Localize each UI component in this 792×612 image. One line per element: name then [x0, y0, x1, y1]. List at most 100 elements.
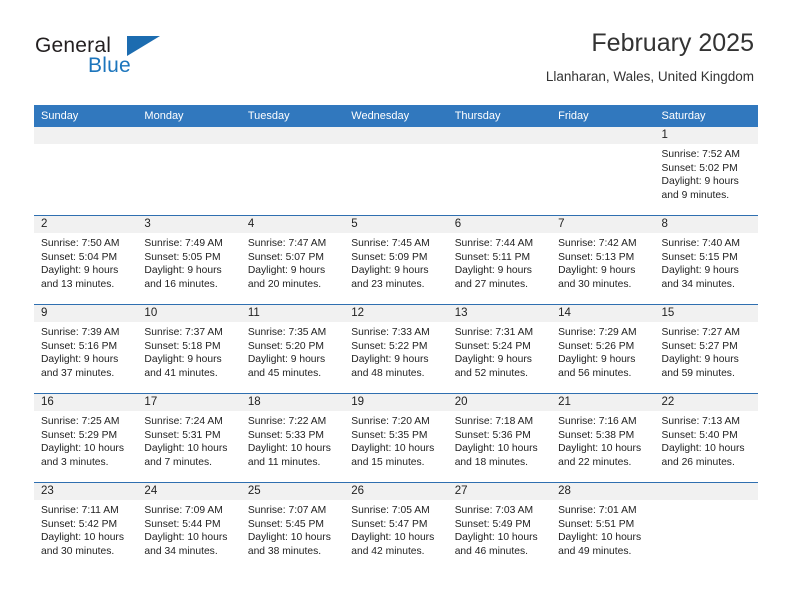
- calendar-day-cell[interactable]: 1 Sunrise: 7:52 AM Sunset: 5:02 PM Dayli…: [654, 127, 758, 216]
- day-number: 2: [34, 216, 138, 233]
- calendar-day-cell[interactable]: 2 Sunrise: 7:50 AM Sunset: 5:04 PM Dayli…: [34, 215, 138, 305]
- daylight-text-line2: and 34 minutes.: [661, 278, 735, 290]
- calendar-day-cell[interactable]: 10 Sunrise: 7:37 AM Sunset: 5:18 PM Dayl…: [137, 304, 241, 394]
- calendar-day-cell[interactable]: 15 Sunrise: 7:27 AM Sunset: 5:27 PM Dayl…: [654, 304, 758, 394]
- sunset-text: Sunset: 5:24 PM: [454, 340, 531, 352]
- daylight-text-line2: and 13 minutes.: [41, 278, 115, 290]
- brand-logo[interactable]: General Blue: [35, 34, 255, 90]
- sunrise-text: Sunrise: 7:01 AM: [558, 505, 637, 516]
- calendar-day-cell[interactable]: 20 Sunrise: 7:18 AM Sunset: 5:36 PM Dayl…: [447, 393, 552, 483]
- day-details: Sunrise: 7:45 AM Sunset: 5:09 PM Dayligh…: [344, 233, 447, 291]
- sunset-text: Sunset: 5:33 PM: [247, 429, 324, 441]
- calendar-day-cell[interactable]: 26 Sunrise: 7:05 AM Sunset: 5:47 PM Dayl…: [344, 482, 448, 571]
- calendar-day-cell[interactable]: [137, 127, 241, 216]
- daylight-text-line2: and 30 minutes.: [558, 278, 632, 290]
- calendar-day-cell[interactable]: [344, 127, 448, 216]
- calendar-day-cell[interactable]: 8 Sunrise: 7:40 AM Sunset: 5:15 PM Dayli…: [654, 215, 758, 305]
- calendar-day-cell[interactable]: 6 Sunrise: 7:44 AM Sunset: 5:11 PM Dayli…: [447, 215, 552, 305]
- calendar-day-cell[interactable]: 23 Sunrise: 7:11 AM Sunset: 5:42 PM Dayl…: [34, 482, 138, 571]
- calendar-day-cell[interactable]: [447, 127, 552, 216]
- calendar-day-cell[interactable]: 22 Sunrise: 7:13 AM Sunset: 5:40 PM Dayl…: [654, 393, 758, 483]
- daylight-text-line2: and 18 minutes.: [454, 456, 528, 468]
- day-number: 22: [654, 394, 758, 411]
- calendar-day-cell[interactable]: 17 Sunrise: 7:24 AM Sunset: 5:31 PM Dayl…: [137, 393, 241, 483]
- calendar-page: General Blue February 2025 Llanharan, Wa…: [0, 0, 792, 612]
- calendar-day-cell[interactable]: 14 Sunrise: 7:29 AM Sunset: 5:26 PM Dayl…: [551, 304, 655, 394]
- calendar-day-cell[interactable]: 7 Sunrise: 7:42 AM Sunset: 5:13 PM Dayli…: [551, 215, 655, 305]
- calendar-day-cell[interactable]: [654, 482, 758, 571]
- day-number: 7: [551, 216, 655, 233]
- daylight-text-line1: Daylight: 10 hours: [41, 443, 124, 455]
- daylight-text-line1: Daylight: 10 hours: [247, 443, 331, 455]
- calendar-week-row: 23 Sunrise: 7:11 AM Sunset: 5:42 PM Dayl…: [34, 482, 758, 571]
- daylight-text-line1: Daylight: 9 hours: [144, 354, 222, 366]
- day-number: 26: [344, 483, 448, 500]
- day-number: 3: [137, 216, 241, 233]
- calendar-day-cell[interactable]: 19 Sunrise: 7:20 AM Sunset: 5:35 PM Dayl…: [344, 393, 448, 483]
- day-number: 4: [240, 216, 345, 233]
- day-number: 14: [551, 305, 655, 322]
- calendar-day-cell[interactable]: 12 Sunrise: 7:33 AM Sunset: 5:22 PM Dayl…: [344, 304, 448, 394]
- day-number: 8: [654, 216, 758, 233]
- sunset-text: Sunset: 5:02 PM: [661, 162, 738, 174]
- day-details: [34, 144, 137, 148]
- daylight-text-line2: and 49 minutes.: [558, 545, 632, 557]
- day-number: 25: [240, 483, 345, 500]
- daylight-text-line2: and 38 minutes.: [247, 545, 322, 557]
- calendar-day-cell[interactable]: 27 Sunrise: 7:03 AM Sunset: 5:49 PM Dayl…: [447, 482, 552, 571]
- calendar-day-cell[interactable]: 13 Sunrise: 7:31 AM Sunset: 5:24 PM Dayl…: [447, 304, 552, 394]
- day-details: Sunrise: 7:33 AM Sunset: 5:22 PM Dayligh…: [344, 322, 447, 380]
- daylight-text-line2: and 37 minutes.: [41, 367, 115, 379]
- calendar-day-cell[interactable]: [34, 127, 138, 216]
- daylight-text-line1: Daylight: 10 hours: [247, 532, 331, 544]
- day-details: Sunrise: 7:24 AM Sunset: 5:31 PM Dayligh…: [137, 411, 240, 469]
- daylight-text-line2: and 42 minutes.: [351, 545, 425, 557]
- daylight-text-line1: Daylight: 9 hours: [144, 265, 222, 277]
- daylight-text-line1: Daylight: 9 hours: [558, 265, 636, 277]
- day-number: 5: [344, 216, 448, 233]
- calendar-day-cell[interactable]: [240, 127, 345, 216]
- calendar-day-cell[interactable]: 18 Sunrise: 7:22 AM Sunset: 5:33 PM Dayl…: [240, 393, 345, 483]
- daylight-text-line2: and 23 minutes.: [351, 278, 425, 290]
- calendar-day-cell[interactable]: 5 Sunrise: 7:45 AM Sunset: 5:09 PM Dayli…: [344, 215, 448, 305]
- sunrise-text: Sunrise: 7:20 AM: [351, 416, 430, 427]
- calendar-day-cell[interactable]: 24 Sunrise: 7:09 AM Sunset: 5:44 PM Dayl…: [137, 482, 241, 571]
- sunset-text: Sunset: 5:29 PM: [41, 429, 118, 441]
- calendar-day-cell[interactable]: 4 Sunrise: 7:47 AM Sunset: 5:07 PM Dayli…: [240, 215, 345, 305]
- day-details: Sunrise: 7:16 AM Sunset: 5:38 PM Dayligh…: [551, 411, 654, 469]
- sunset-text: Sunset: 5:26 PM: [558, 340, 635, 352]
- calendar-day-cell[interactable]: [551, 127, 655, 216]
- day-number: 6: [447, 216, 552, 233]
- calendar-day-cell[interactable]: 9 Sunrise: 7:39 AM Sunset: 5:16 PM Dayli…: [34, 304, 138, 394]
- calendar-day-cell[interactable]: 16 Sunrise: 7:25 AM Sunset: 5:29 PM Dayl…: [34, 393, 138, 483]
- sunset-text: Sunset: 5:07 PM: [247, 251, 324, 263]
- sunset-text: Sunset: 5:22 PM: [351, 340, 428, 352]
- title-block: February 2025 Llanharan, Wales, United K…: [546, 28, 754, 87]
- daylight-text-line2: and 30 minutes.: [41, 545, 115, 557]
- day-details: Sunrise: 7:52 AM Sunset: 5:02 PM Dayligh…: [655, 144, 758, 202]
- day-details: [551, 144, 654, 148]
- daylight-text-line1: Daylight: 10 hours: [454, 443, 538, 455]
- daylight-text-line1: Daylight: 9 hours: [661, 265, 739, 277]
- sunrise-text: Sunrise: 7:35 AM: [247, 327, 327, 338]
- weekday-header-sunday: Sunday: [34, 105, 138, 127]
- daylight-text-line1: Daylight: 10 hours: [661, 443, 745, 455]
- daylight-text-line1: Daylight: 10 hours: [558, 443, 642, 455]
- sunset-text: Sunset: 5:09 PM: [351, 251, 428, 263]
- daylight-text-line1: Daylight: 9 hours: [351, 354, 429, 366]
- day-details: Sunrise: 7:47 AM Sunset: 5:07 PM Dayligh…: [241, 233, 344, 291]
- calendar-day-cell[interactable]: 25 Sunrise: 7:07 AM Sunset: 5:45 PM Dayl…: [240, 482, 345, 571]
- sunset-text: Sunset: 5:49 PM: [454, 518, 531, 530]
- page-header: General Blue February 2025 Llanharan, Wa…: [0, 28, 792, 98]
- sunset-text: Sunset: 5:13 PM: [558, 251, 635, 263]
- sunset-text: Sunset: 5:45 PM: [247, 518, 324, 530]
- sunrise-text: Sunrise: 7:16 AM: [558, 416, 637, 427]
- daylight-text-line1: Daylight: 10 hours: [558, 532, 642, 544]
- sunrise-text: Sunrise: 7:29 AM: [558, 327, 637, 338]
- sunset-text: Sunset: 5:05 PM: [144, 251, 221, 263]
- calendar-day-cell[interactable]: 3 Sunrise: 7:49 AM Sunset: 5:05 PM Dayli…: [137, 215, 241, 305]
- sunset-text: Sunset: 5:31 PM: [144, 429, 221, 441]
- calendar-day-cell[interactable]: 28 Sunrise: 7:01 AM Sunset: 5:51 PM Dayl…: [551, 482, 655, 571]
- calendar-day-cell[interactable]: 11 Sunrise: 7:35 AM Sunset: 5:20 PM Dayl…: [240, 304, 345, 394]
- calendar-day-cell[interactable]: 21 Sunrise: 7:16 AM Sunset: 5:38 PM Dayl…: [551, 393, 655, 483]
